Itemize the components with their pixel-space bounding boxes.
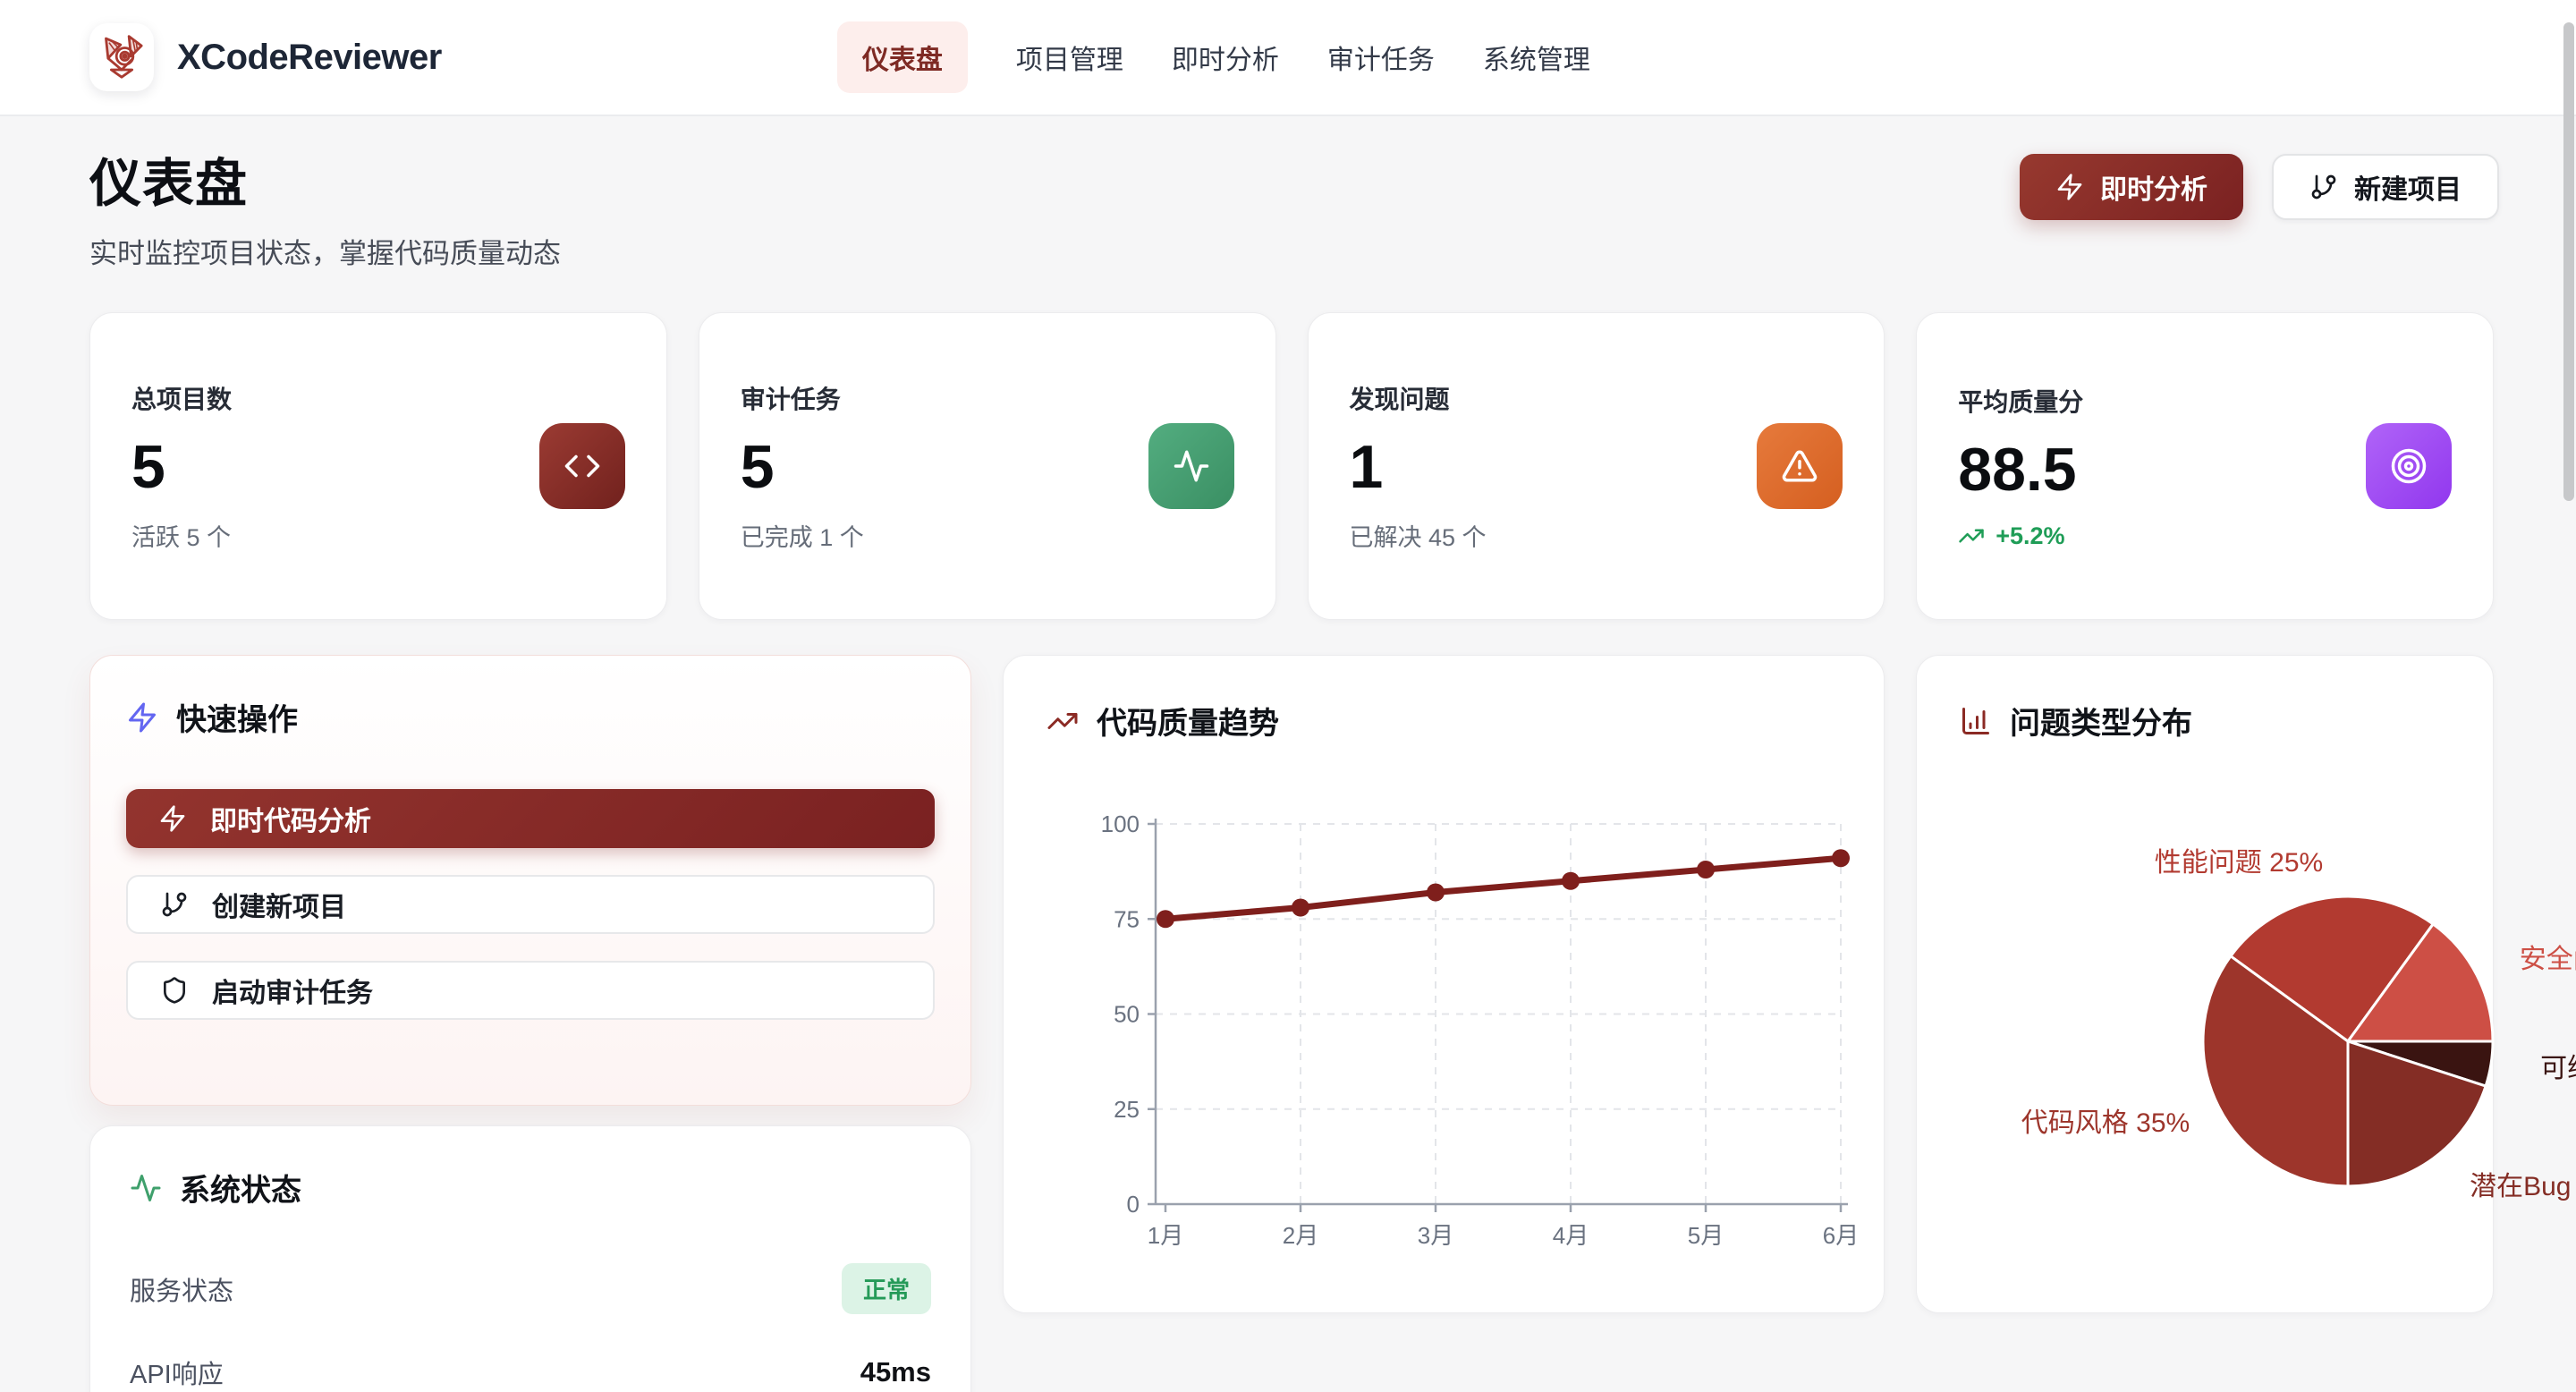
stats-row: 总项目数 5 活跃 5 个 审计任务 5 已完成 1 个 发现问题 1 已解决 … [89,312,2494,620]
new-project-button-label: 新建项目 [2354,167,2462,207]
page-title: 仪表盘 [89,141,561,216]
status-value: 45ms [860,1356,931,1388]
svg-text:3月: 3月 [1418,1222,1453,1249]
stat-value: 1 [1350,432,1487,502]
origami-fox-icon [97,32,147,82]
page-header: 仪表盘 实时监控项目状态，掌握代码质量动态 即时分析 新建项目 [89,141,2494,271]
stat-label: 发现问题 [1350,380,1487,416]
nav-menu: 仪表盘 项目管理 即时分析 审计任务 系统管理 [837,21,1590,93]
qa-button-label: 创建新项目 [212,885,346,924]
nav-item-instant-analysis[interactable]: 即时分析 [1172,21,1279,93]
quick-actions-card: 快速操作 即时代码分析 创建新项目 启动审计任务 [89,655,971,1106]
vertical-scrollbar[interactable] [2563,22,2574,501]
stat-sub: 活跃 5 个 [131,518,232,553]
shield-icon [160,976,189,1005]
git-branch-icon [160,890,189,919]
zap-icon [2055,173,2084,201]
stat-sub: 已完成 1 个 [741,518,864,553]
stat-trend-value: +5.2% [1996,522,2064,550]
stat-card-issues-found: 发现问题 1 已解决 45 个 [1308,312,1885,620]
nav-item-projects[interactable]: 项目管理 [1016,21,1123,93]
quality-trend-card: 代码质量趋势 02550751001月2月3月4月5月6月 [1003,655,1885,1313]
system-status-card: 系统状态 服务状态 正常 API响应 45ms [89,1125,971,1392]
issue-distribution-pie-chart [1917,656,2576,1314]
instant-analysis-button[interactable]: 即时分析 [2020,154,2243,220]
issue-distribution-card: 问题类型分布 性能问题 25%安全问题 15%可维护性 5%潜在Bug 20%代… [1916,655,2494,1313]
top-navigation: XCodeReviewer 仪表盘 项目管理 即时分析 审计任务 系统管理 [0,0,2576,116]
start-audit-button[interactable]: 启动审计任务 [126,961,935,1020]
svg-text:2月: 2月 [1283,1222,1318,1249]
stat-value: 5 [741,432,864,502]
system-status-title: 系统状态 [180,1166,301,1210]
stat-card-total-projects: 总项目数 5 活跃 5 个 [89,312,667,620]
svg-text:25: 25 [1114,1096,1140,1123]
svg-text:6月: 6月 [1823,1222,1859,1249]
dashboard-body: 代码质量趋势 02550751001月2月3月4月5月6月 问题类型分布 性能问… [89,655,2494,1392]
status-badge: 正常 [842,1263,931,1314]
svg-text:50: 50 [1114,1001,1140,1028]
quality-trend-line-chart: 0 25 50 75 100 1月 2月 3月 4月 5月 6月 [1004,656,1885,1314]
create-project-button[interactable]: 创建新项目 [126,875,935,934]
qa-button-label: 即时代码分析 [210,799,371,838]
pie-slice-label: 安全问题 15% [2520,937,2576,976]
activity-icon [1148,423,1234,509]
stat-label: 平均质量分 [1958,383,2083,419]
nav-item-system-admin[interactable]: 系统管理 [1483,21,1590,93]
instant-analysis-button-label: 即时分析 [2100,167,2207,207]
code-icon [539,423,625,509]
pie-slice-label: 性能问题 25% [2155,840,2323,879]
target-icon [2366,423,2452,509]
svg-text:1月: 1月 [1148,1222,1183,1249]
stat-trend: +5.2% [1958,522,2083,550]
status-label: API响应 [130,1354,224,1391]
status-row-service: 服务状态 正常 [130,1263,931,1314]
svg-text:100: 100 [1101,811,1140,837]
brand: XCodeReviewer [89,23,442,91]
stat-value: 5 [131,432,232,502]
right-column: 快速操作 即时代码分析 创建新项目 启动审计任务 [89,655,971,1392]
zap-icon [158,804,187,833]
pie-slice-label: 代码风格 35% [2021,1100,2190,1140]
svg-text:4月: 4月 [1553,1222,1589,1249]
stat-sub: 已解决 45 个 [1350,518,1487,553]
alert-triangle-icon [1757,423,1843,509]
nav-item-dashboard[interactable]: 仪表盘 [837,21,968,93]
quick-actions-title: 快速操作 [176,695,298,739]
app-title: XCodeReviewer [177,38,442,78]
trending-up-icon [1958,522,1985,549]
svg-text:5月: 5月 [1688,1222,1724,1249]
qa-button-label: 启动审计任务 [212,971,373,1010]
stat-label: 审计任务 [741,380,864,416]
svg-text:0: 0 [1127,1191,1140,1218]
zap-icon [126,701,158,734]
activity-icon [130,1172,162,1204]
new-project-button[interactable]: 新建项目 [2272,154,2499,220]
stat-card-audit-tasks: 审计任务 5 已完成 1 个 [699,312,1276,620]
git-branch-icon [2309,173,2338,201]
stat-value: 88.5 [1958,435,2083,505]
pie-slice-label: 可维护性 5% [2540,1046,2576,1085]
page-subtitle: 实时监控项目状态，掌握代码质量动态 [89,231,561,271]
main-content: 仪表盘 实时监控项目状态，掌握代码质量动态 即时分析 新建项目 总项目数 5 活… [0,116,2576,1392]
app-logo [89,23,154,91]
status-label: 服务状态 [130,1270,233,1308]
stat-label: 总项目数 [131,380,232,416]
nav-item-audit-tasks[interactable]: 审计任务 [1327,21,1435,93]
status-row-api: API响应 45ms [130,1354,931,1391]
pie-slice-label: 潜在Bug 20% [2470,1164,2576,1203]
svg-text:75: 75 [1114,905,1140,932]
stat-card-avg-quality: 平均质量分 88.5 +5.2% [1916,312,2494,620]
instant-code-analysis-button[interactable]: 即时代码分析 [126,789,935,848]
